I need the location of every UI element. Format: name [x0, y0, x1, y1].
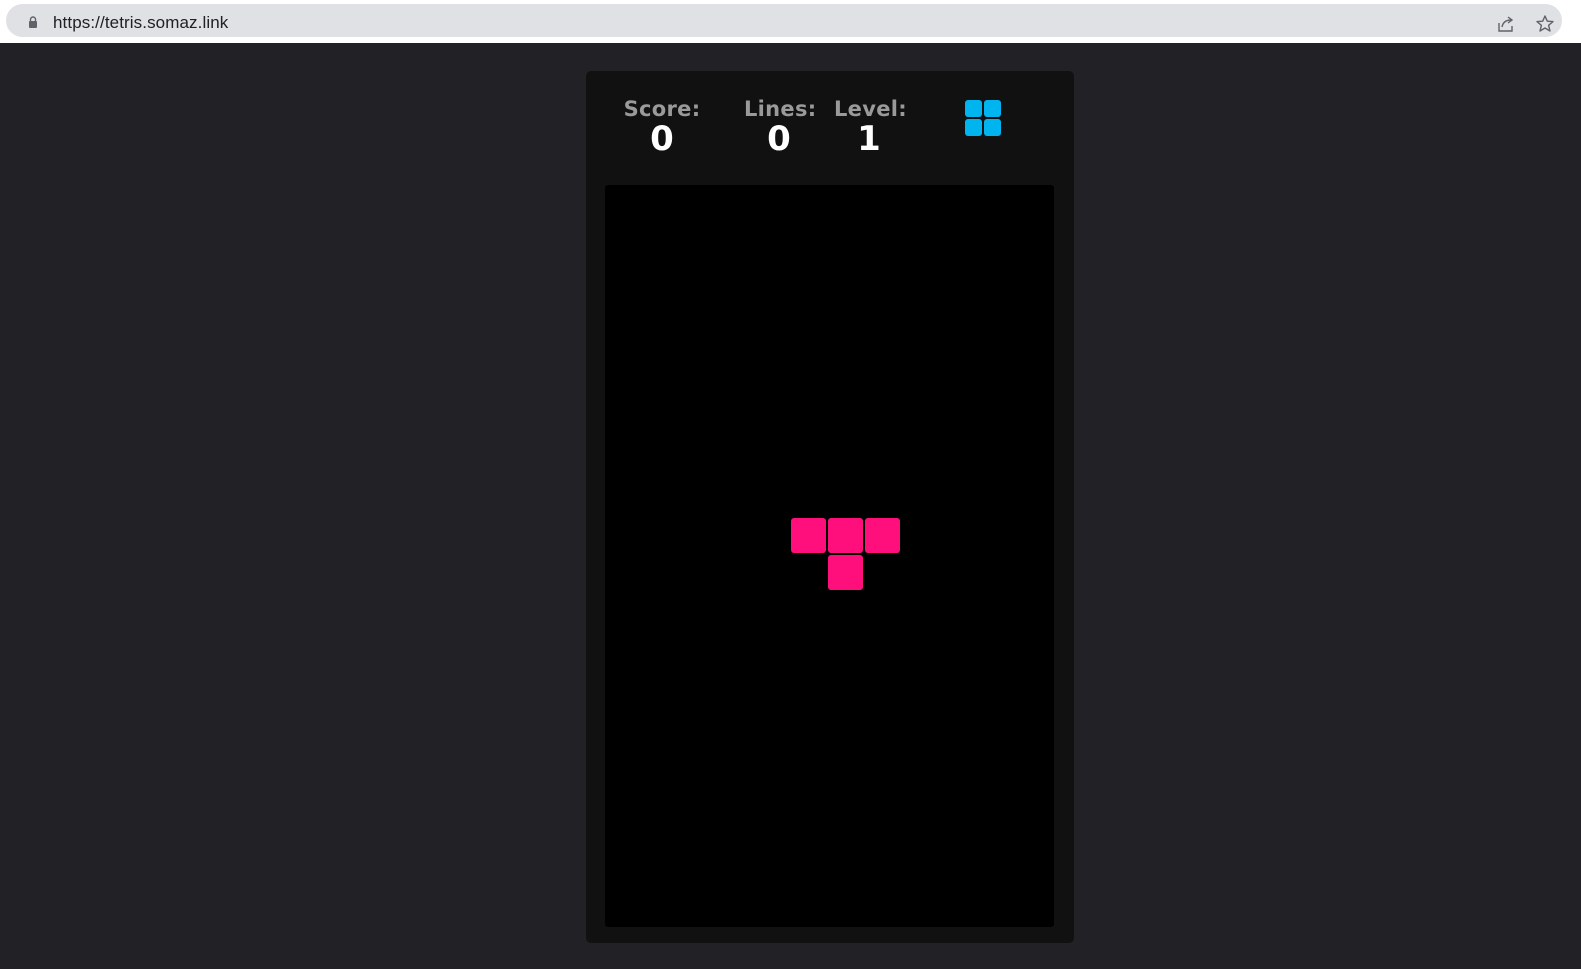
level-value: 1 [857, 119, 881, 159]
address-bar[interactable]: https://tetris.somaz.link [6, 4, 1562, 37]
active-piece-block [828, 555, 863, 590]
url-text[interactable]: https://tetris.somaz.link [53, 13, 228, 33]
score-value: 0 [650, 119, 674, 159]
tetris-game-panel: Score: 0 Lines: 0 Level: 1 [586, 71, 1074, 943]
lock-icon[interactable] [27, 16, 39, 28]
level-label: Level: [834, 97, 907, 121]
next-piece-cell [965, 100, 982, 117]
bookmark-star-icon[interactable] [1535, 14, 1555, 34]
share-icon[interactable] [1496, 14, 1516, 34]
lines-display: Lines: 0 [744, 97, 817, 159]
next-piece-cell [965, 119, 982, 136]
score-label: Score: [623, 97, 701, 121]
next-piece-cell [984, 119, 1001, 136]
active-piece-block [865, 518, 900, 553]
lines-label: Lines: [744, 97, 817, 121]
level-display: Level: 1 [834, 97, 907, 159]
browser-toolbar: https://tetris.somaz.link [0, 0, 1581, 43]
score-display: Score: 0 [622, 97, 702, 159]
active-piece-block [791, 518, 826, 553]
page-background: Score: 0 Lines: 0 Level: 1 [0, 43, 1581, 969]
active-piece-block [828, 518, 863, 553]
next-piece-cell [984, 100, 1001, 117]
lines-value: 0 [767, 119, 791, 159]
next-piece-preview [965, 100, 1003, 138]
game-board[interactable] [605, 185, 1054, 927]
